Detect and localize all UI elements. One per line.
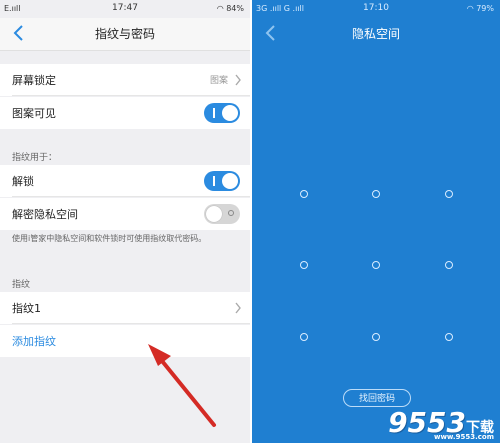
red-annotation-arrow-icon [148, 344, 216, 427]
